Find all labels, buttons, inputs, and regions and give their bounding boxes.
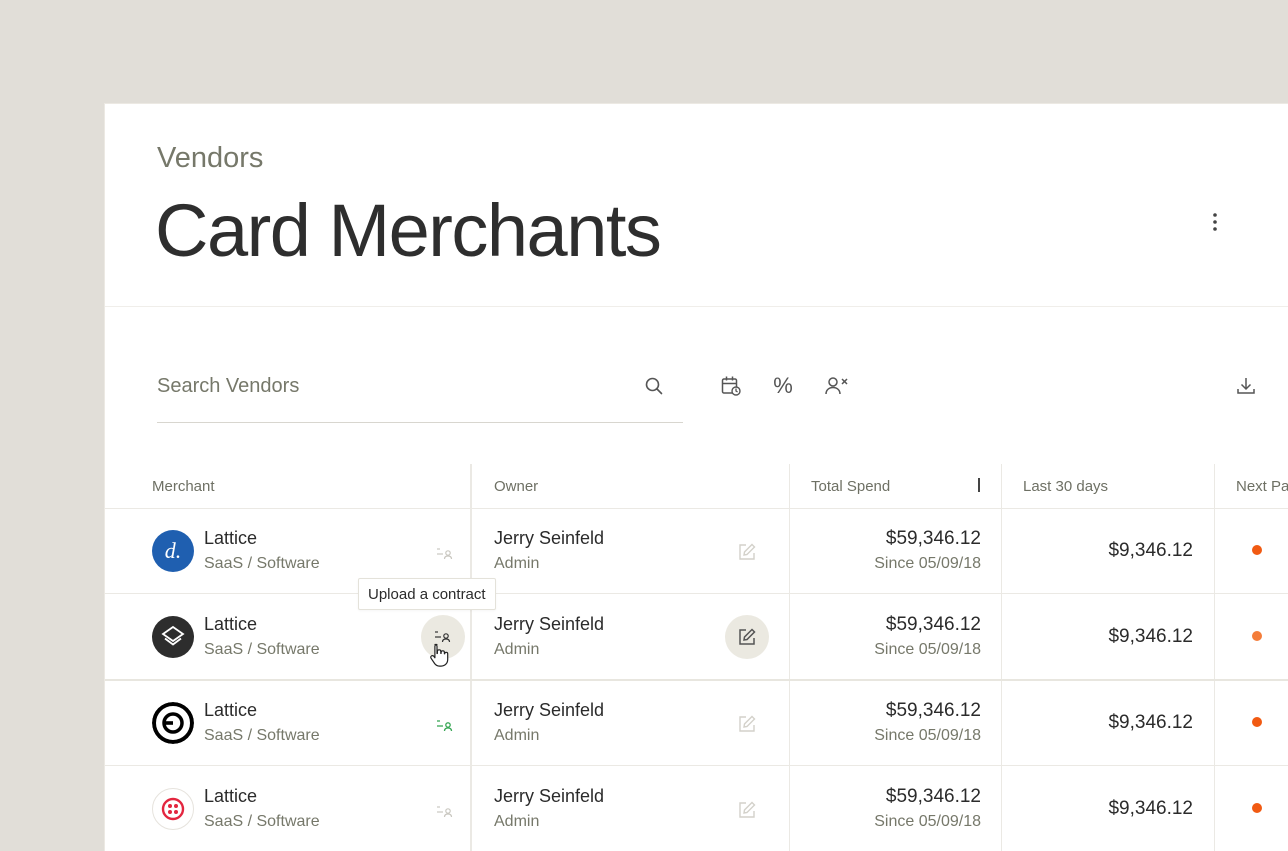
owner-name: Jerry Seinfeld [494,528,605,548]
breadcrumb[interactable]: Vendors [157,142,263,175]
spend-since: Since 05/09/18 [874,555,981,572]
merchant-logo [152,616,194,658]
layers-icon [161,625,185,646]
last-30-days-spend: $9,346.12 [1108,798,1193,819]
page-title: Card Merchants [155,189,662,272]
merchant-name[interactable]: Lattice [204,528,257,549]
column-merchant[interactable]: Merchant [152,478,215,495]
edit-icon [739,543,756,560]
merchant-category: SaaS / Software [204,813,320,830]
column-next-payment[interactable]: Next Pa [1236,478,1288,495]
column-last-30-days[interactable]: Last 30 days [1023,478,1108,495]
table-row[interactable]: Lattice SaaS / Software Jerry Seinfeld A… [105,680,1288,766]
vendors-panel: Vendors Card Merchants % Merchant Owner … [104,103,1288,851]
contract-user-icon [437,720,453,732]
edit-owner-button[interactable] [735,540,759,564]
search-icon[interactable] [643,375,665,397]
edit-owner-button[interactable] [735,712,759,736]
spend-since: Since 05/09/18 [874,641,981,658]
download-button[interactable] [1232,372,1260,400]
owner-role: Admin [494,727,540,744]
total-spend: $59,346.12 [885,700,981,721]
more-options-button[interactable] [1201,208,1229,236]
owner-role: Admin [494,813,540,830]
total-spend: $59,346.12 [885,786,981,807]
page-header: Vendors Card Merchants [105,104,1288,307]
upload-contract-tooltip: Upload a contract [358,578,496,610]
search-bar [157,366,683,423]
column-resize-handle[interactable] [978,478,980,492]
table-row[interactable]: d. Lattice SaaS / Software Jerry Seinfel… [105,508,1288,594]
contract-user-icon [437,806,453,818]
owner-name: Jerry Seinfeld [494,614,605,634]
edit-icon [739,628,756,645]
upload-contract-button[interactable] [433,800,457,824]
search-input[interactable] [157,366,627,406]
merchant-name[interactable]: Lattice [204,700,257,721]
merchant-category: SaaS / Software [204,641,320,658]
merchant-name[interactable]: Lattice [204,614,257,635]
merchant-logo [152,788,194,830]
calendar-refresh-button[interactable] [717,372,745,400]
merchant-category: SaaS / Software [204,555,320,572]
edit-icon [739,801,756,818]
total-spend: $59,346.12 [885,528,981,549]
table-row[interactable]: Lattice SaaS / Software Jerry Seinfeld A… [105,766,1288,851]
download-icon [1237,378,1255,394]
logo-letter: d. [164,538,182,563]
column-owner[interactable]: Owner [494,478,538,495]
user-remove-icon [825,377,848,395]
edit-owner-button[interactable] [735,798,759,822]
edit-owner-button[interactable] [725,615,769,659]
last-30-days-spend: $9,346.12 [1108,540,1193,561]
owner-role: Admin [494,555,540,572]
last-30-days-spend: $9,346.12 [1108,712,1193,733]
percent-icon: % [773,373,793,398]
table-row[interactable]: Lattice SaaS / Software Jerry Seinfeld A… [105,594,1288,681]
merchant-logo: d. [152,530,194,572]
merchant-category: SaaS / Software [204,727,320,744]
status-dot [1252,545,1262,555]
owner-name: Jerry Seinfeld [494,700,605,720]
owner-name: Jerry Seinfeld [494,786,605,806]
owner-role: Admin [494,641,540,658]
upload-contract-button[interactable] [421,615,465,659]
merchant-name[interactable]: Lattice [204,786,257,807]
total-spend: $59,346.12 [885,614,981,635]
status-dot [1252,717,1262,727]
remove-owner-button[interactable] [823,372,851,400]
spend-since: Since 05/09/18 [874,727,981,744]
spend-since: Since 05/09/18 [874,813,981,830]
twilio-logo-icon [161,797,185,821]
calendar-refresh-icon [721,376,741,396]
merchant-logo [152,702,194,744]
status-dot [1252,631,1262,641]
last-30-days-spend: $9,346.12 [1108,626,1193,647]
contract-user-icon [437,548,453,560]
status-dot [1252,803,1262,813]
upload-contract-button[interactable] [433,714,457,738]
edit-icon [739,715,756,732]
percent-button[interactable]: % [769,372,797,400]
table-header: Merchant Owner Total Spend Last 30 days … [105,464,1288,509]
column-total-spend[interactable]: Total Spend [811,478,890,495]
contract-user-icon [435,631,451,643]
upload-contract-button[interactable] [433,542,457,566]
uber-logo-icon [152,702,194,744]
kebab-icon [1213,213,1217,231]
